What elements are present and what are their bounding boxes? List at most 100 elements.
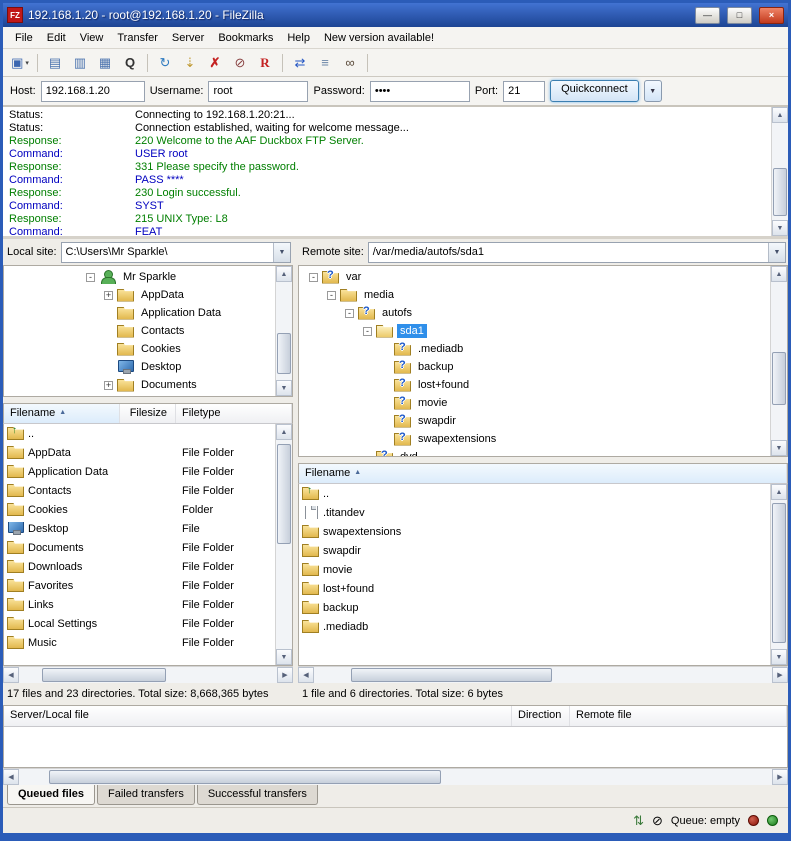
- process-queue-button[interactable]: ⇣: [178, 52, 202, 74]
- scroll-track[interactable]: [772, 123, 788, 220]
- refresh-button[interactable]: ↻: [153, 52, 177, 74]
- menu-server[interactable]: Server: [165, 29, 211, 47]
- remote-path-value[interactable]: /var/media/autofs/sda1: [369, 243, 768, 262]
- toggle-trees-button[interactable]: ▥: [68, 52, 92, 74]
- scroll-down-icon[interactable]: ▼: [276, 649, 292, 665]
- tab-queued-files[interactable]: Queued files: [7, 785, 95, 805]
- tree-item[interactable]: Cookies: [4, 340, 275, 358]
- local-list-hscrollbar[interactable]: ◀ ▶: [3, 666, 293, 683]
- queue-hscrollbar[interactable]: ◀ ▶: [3, 768, 788, 785]
- remote-list-scrollbar[interactable]: ▲ ▼: [770, 484, 787, 665]
- file-row[interactable]: movie: [299, 560, 770, 579]
- tree-item-selected[interactable]: -sda1: [299, 322, 770, 340]
- file-row[interactable]: DownloadsFile Folder: [4, 557, 275, 576]
- tab-failed-transfers[interactable]: Failed transfers: [97, 785, 195, 805]
- queue-empty-area[interactable]: [4, 727, 787, 767]
- scroll-thumb[interactable]: [772, 352, 786, 406]
- remote-path-combobox[interactable]: /var/media/autofs/sda1 ▼: [368, 242, 786, 263]
- menu-edit[interactable]: Edit: [40, 29, 73, 47]
- file-row[interactable]: LinksFile Folder: [4, 595, 275, 614]
- local-list-scrollbar[interactable]: ▲ ▼: [275, 424, 292, 665]
- scroll-thumb[interactable]: [277, 333, 291, 374]
- scroll-track[interactable]: [19, 769, 772, 785]
- sync-browsing-button[interactable]: ⇄: [288, 52, 312, 74]
- menu-view[interactable]: View: [73, 29, 111, 47]
- scroll-track[interactable]: [771, 282, 787, 440]
- tree-item[interactable]: -media: [299, 286, 770, 304]
- combobox-dropdown-icon[interactable]: ▼: [768, 243, 785, 262]
- encryption-icon[interactable]: ⊘: [652, 813, 663, 829]
- file-row[interactable]: CookiesFolder: [4, 500, 275, 519]
- tree-item[interactable]: +Documents: [4, 376, 275, 394]
- tree-item[interactable]: +Downloads: [4, 394, 275, 396]
- scroll-down-icon[interactable]: ▼: [771, 649, 787, 665]
- tree-item[interactable]: -var: [299, 268, 770, 286]
- tree-item[interactable]: -autofs: [299, 304, 770, 322]
- password-input[interactable]: [370, 81, 470, 102]
- local-path-value[interactable]: C:\Users\Mr Sparkle\: [62, 243, 273, 262]
- column-header-filesize[interactable]: Filesize: [120, 404, 176, 423]
- file-row[interactable]: swapdir: [299, 541, 770, 560]
- collapse-icon[interactable]: -: [327, 291, 336, 300]
- scroll-left-icon[interactable]: ◀: [298, 667, 314, 683]
- collapse-icon[interactable]: -: [363, 327, 372, 336]
- local-tree-scrollbar[interactable]: ▲ ▼: [275, 266, 292, 396]
- scroll-right-icon[interactable]: ▶: [277, 667, 293, 683]
- scroll-left-icon[interactable]: ◀: [3, 667, 19, 683]
- tab-successful-transfers[interactable]: Successful transfers: [197, 785, 318, 805]
- menu-help[interactable]: Help: [280, 29, 317, 47]
- expand-icon[interactable]: +: [104, 291, 113, 300]
- file-row[interactable]: DesktopFile: [4, 519, 275, 538]
- file-row[interactable]: AppDataFile Folder: [4, 443, 275, 462]
- remote-tree-scrollbar[interactable]: ▲ ▼: [770, 266, 787, 456]
- scroll-track[interactable]: [276, 440, 292, 649]
- scroll-thumb[interactable]: [49, 770, 441, 784]
- port-input[interactable]: [503, 81, 545, 102]
- scroll-thumb[interactable]: [351, 668, 553, 682]
- scroll-up-icon[interactable]: ▲: [276, 266, 292, 282]
- scroll-up-icon[interactable]: ▲: [276, 424, 292, 440]
- file-row[interactable]: DocumentsFile Folder: [4, 538, 275, 557]
- file-row[interactable]: ..: [299, 484, 770, 503]
- tree-item[interactable]: Application Data: [4, 304, 275, 322]
- scroll-up-icon[interactable]: ▲: [771, 266, 787, 282]
- disconnect-button[interactable]: ⊘: [228, 52, 252, 74]
- scroll-up-icon[interactable]: ▲: [772, 107, 788, 123]
- scroll-down-icon[interactable]: ▼: [771, 440, 787, 456]
- cancel-button[interactable]: ✗: [203, 52, 227, 74]
- find-files-button[interactable]: ∞: [338, 52, 362, 74]
- file-row[interactable]: backup: [299, 598, 770, 617]
- scroll-down-icon[interactable]: ▼: [772, 220, 788, 236]
- scroll-track[interactable]: [276, 282, 292, 380]
- column-header-server-local-file[interactable]: Server/Local file: [4, 706, 512, 726]
- tree-item[interactable]: lost+found: [299, 376, 770, 394]
- file-row[interactable]: Local SettingsFile Folder: [4, 614, 275, 633]
- menu-file[interactable]: File: [8, 29, 40, 47]
- scroll-track[interactable]: [19, 667, 277, 683]
- scroll-thumb[interactable]: [772, 503, 786, 643]
- site-manager-button[interactable]: ▣ ▾: [8, 52, 32, 74]
- site-manager-dropdown-icon[interactable]: ▾: [25, 59, 29, 67]
- column-header-filetype[interactable]: Filetype: [176, 404, 292, 423]
- combobox-dropdown-icon[interactable]: ▼: [273, 243, 290, 262]
- scroll-down-icon[interactable]: ▼: [276, 380, 292, 396]
- column-header-direction[interactable]: Direction: [512, 706, 570, 726]
- tree-item[interactable]: swapextensions: [299, 430, 770, 448]
- menu-new-version[interactable]: New version available!: [317, 29, 441, 47]
- scroll-thumb[interactable]: [42, 668, 166, 682]
- scroll-track[interactable]: [771, 500, 787, 649]
- tree-item[interactable]: backup: [299, 358, 770, 376]
- expand-icon[interactable]: +: [104, 381, 113, 390]
- tree-item[interactable]: movie: [299, 394, 770, 412]
- scroll-up-icon[interactable]: ▲: [771, 484, 787, 500]
- tree-item[interactable]: -Mr Sparkle: [4, 268, 275, 286]
- scroll-left-icon[interactable]: ◀: [3, 769, 19, 785]
- host-input[interactable]: [41, 81, 145, 102]
- file-row[interactable]: ..: [4, 424, 275, 443]
- filename-filters-button[interactable]: Q: [118, 52, 142, 74]
- column-header-filename[interactable]: Filename▲: [299, 464, 787, 483]
- toggle-log-button[interactable]: ▤: [43, 52, 67, 74]
- quickconnect-button[interactable]: Quickconnect: [550, 80, 639, 102]
- tree-item[interactable]: .mediadb: [299, 340, 770, 358]
- username-input[interactable]: [208, 81, 308, 102]
